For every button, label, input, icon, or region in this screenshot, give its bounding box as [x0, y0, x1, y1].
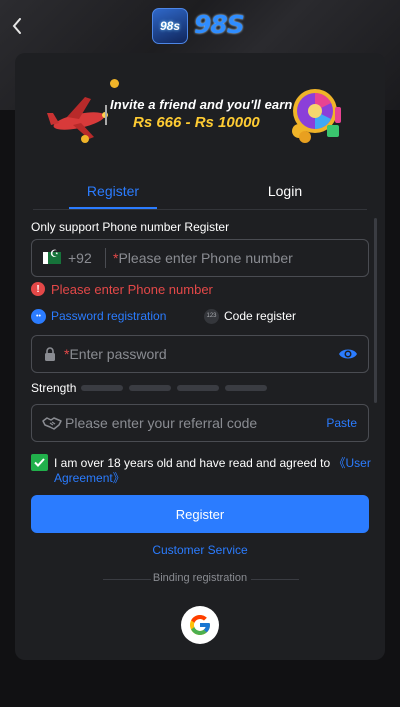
chevron-left-icon: [12, 18, 21, 34]
app-logo-text: 98S: [194, 10, 245, 39]
password-registration-label: Password registration: [51, 309, 167, 323]
password-input[interactable]: *Enter password: [64, 346, 167, 362]
agreement-checkbox[interactable]: [31, 454, 48, 471]
field-divider: [105, 248, 106, 268]
numeric-code-icon: 123: [204, 308, 219, 324]
prize-wheel-icon: [292, 89, 341, 143]
paste-button[interactable]: Paste: [326, 416, 357, 430]
agreement-statement: I am over 18 years old and have read and…: [54, 456, 334, 470]
tab-login[interactable]: Login: [241, 173, 329, 209]
password-registration-option[interactable]: •• Password registration: [31, 307, 166, 325]
google-login-button[interactable]: [181, 606, 219, 644]
password-placeholder: Enter password: [69, 346, 167, 362]
register-card: Invite a friend and you'll earn Rs 666 -…: [15, 53, 385, 660]
phone-placeholder: Please enter Phone number: [118, 250, 293, 266]
agreement-text: I am over 18 years old and have read and…: [54, 456, 372, 486]
form-scrollbar[interactable]: [374, 218, 377, 403]
country-code[interactable]: +92: [68, 250, 92, 266]
airplane-icon: [47, 97, 108, 139]
strength-bar: [81, 385, 123, 391]
phone-input[interactable]: *Please enter Phone number: [113, 250, 293, 266]
binding-label: Binding registration: [152, 572, 248, 584]
phone-support-label: Only support Phone number Register: [31, 220, 230, 234]
header: 98s 98S: [0, 0, 400, 52]
code-register-label: Code register: [224, 309, 297, 323]
coin-icon: [81, 135, 89, 143]
eye-icon[interactable]: [338, 346, 358, 362]
google-icon: [190, 615, 210, 635]
back-button[interactable]: [6, 14, 28, 38]
agreement: I am over 18 years old and have read and…: [31, 453, 371, 487]
register-button[interactable]: Register: [31, 495, 369, 533]
phone-error: ! Please enter Phone number: [31, 281, 213, 297]
customer-service-link[interactable]: Customer Service: [15, 543, 385, 557]
password-field[interactable]: *Enter password: [31, 335, 369, 373]
banner-title: Invite a friend and you'll earn: [110, 97, 293, 112]
divider-line: [251, 579, 299, 580]
strength-bar: [129, 385, 171, 391]
strength-bar: [225, 385, 267, 391]
strength-bar: [177, 385, 219, 391]
phone-field[interactable]: +92 *Please enter Phone number: [31, 239, 369, 277]
handshake-icon: [42, 417, 62, 430]
coin-icon: [110, 79, 119, 88]
lock-icon: [45, 347, 55, 361]
auth-tabs: Register Login: [15, 173, 385, 210]
binding-registration: Binding registration: [15, 572, 385, 586]
referral-field[interactable]: Please enter your referral code Paste: [31, 404, 369, 442]
error-icon: !: [31, 282, 45, 296]
strength-label: Strength: [31, 381, 77, 395]
invite-banner[interactable]: Invite a friend and you'll earn Rs 666 -…: [15, 75, 385, 165]
password-strength: Strength: [31, 381, 369, 395]
checkmark-icon: [34, 458, 45, 467]
registration-options: •• Password registration 123 Code regist…: [31, 307, 369, 325]
app-logo-badge: 98s: [152, 8, 188, 44]
code-register-option[interactable]: 123 Code register: [204, 307, 296, 325]
pakistan-flag-icon[interactable]: [43, 249, 61, 264]
referral-input[interactable]: Please enter your referral code: [65, 415, 257, 431]
phone-error-text: Please enter Phone number: [51, 281, 213, 297]
banner-amount: Rs 666 - Rs 10000: [133, 114, 260, 131]
tabs-divider: [33, 209, 367, 210]
tab-register[interactable]: Register: [69, 173, 157, 209]
password-dots-icon: ••: [31, 308, 46, 324]
